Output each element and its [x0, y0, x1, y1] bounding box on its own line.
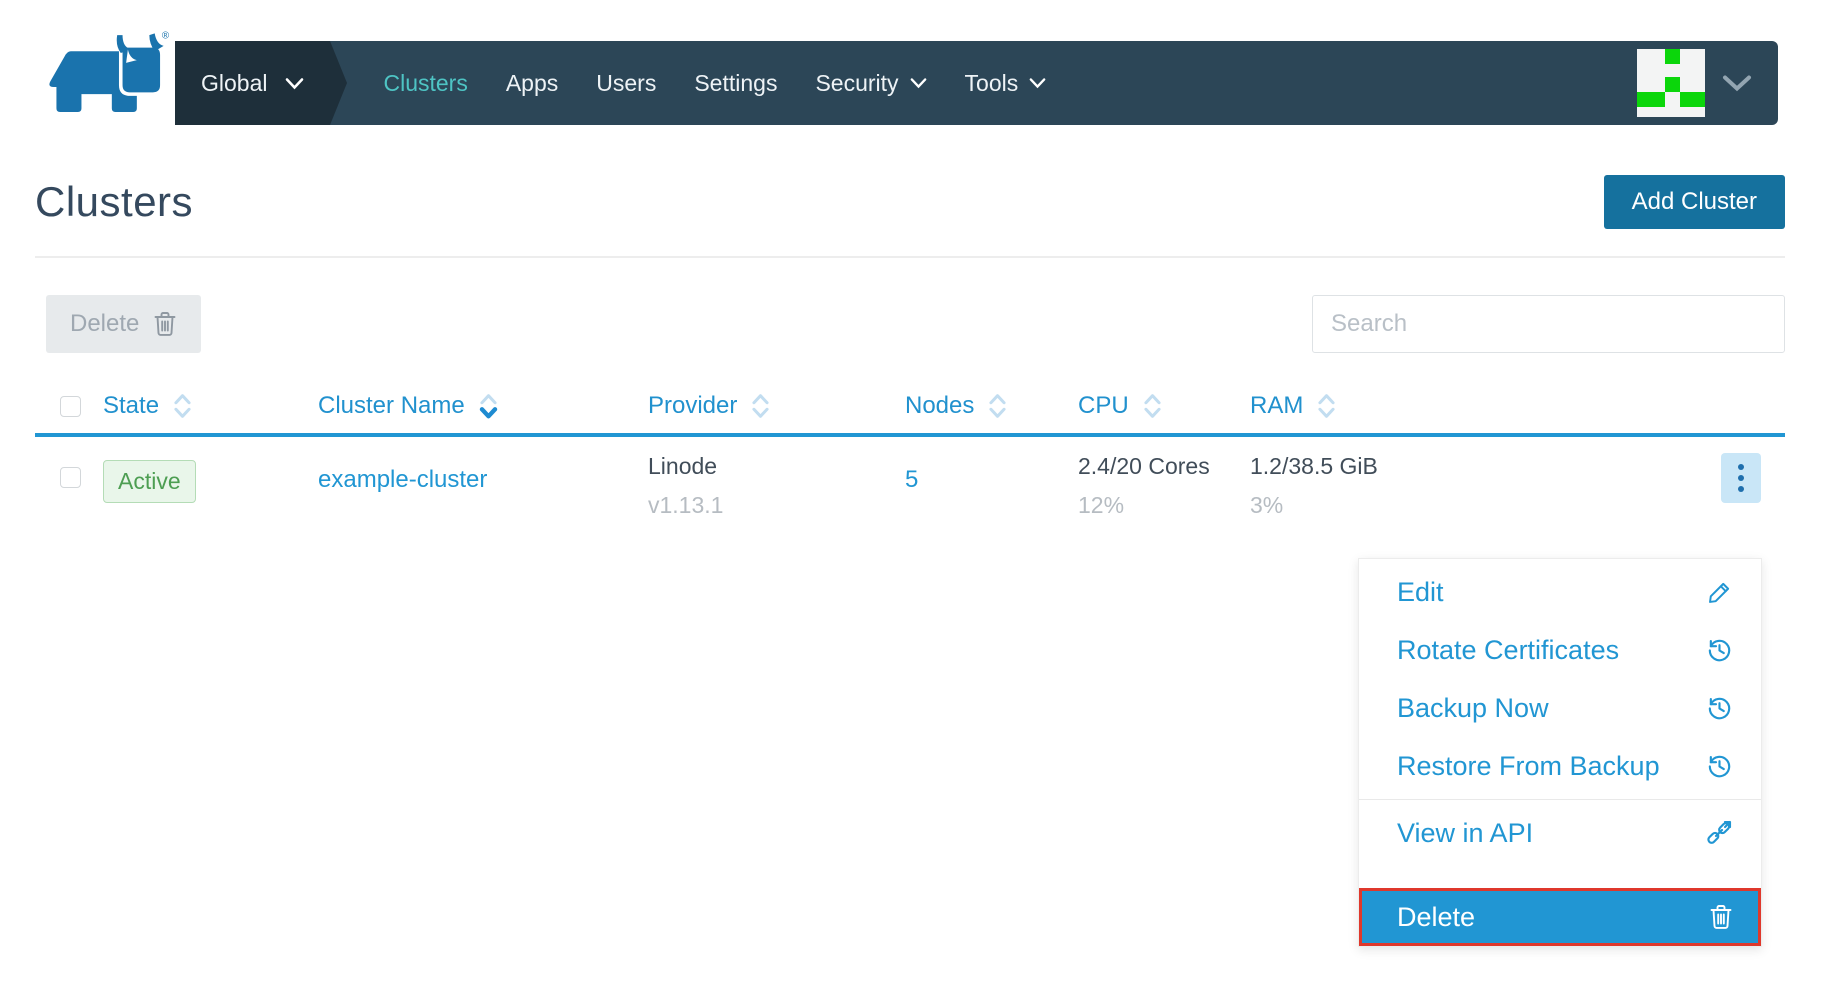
avatar-pixel: [1680, 92, 1705, 107]
rancher-logo[interactable]: ®: [35, 26, 175, 119]
provider-name: Linode: [648, 453, 905, 480]
top-bar: ® Global Clusters Apps Users Settings Se…: [0, 0, 1822, 125]
row-actions-kebab-button[interactable]: [1721, 453, 1761, 503]
main-content: Clusters Add Cluster Delete State: [0, 175, 1822, 519]
divider: [35, 256, 1785, 258]
status-badge: Active: [103, 460, 196, 503]
nav-item-apps[interactable]: Apps: [487, 41, 577, 125]
cpu-percent: 12%: [1078, 492, 1250, 519]
trash-icon: [153, 311, 177, 337]
table-header-row: State Cluster Name Provider Nodes CPU RA: [35, 391, 1785, 437]
page-title: Clusters: [35, 178, 193, 226]
row-actions-menu: Edit Rotate Certificates Backup Now Rest…: [1358, 558, 1762, 947]
avatar-pixel: [1665, 77, 1680, 92]
menu-item-backup-now[interactable]: Backup Now: [1359, 679, 1761, 737]
cluster-name-link[interactable]: example-cluster: [318, 466, 487, 493]
column-header-provider[interactable]: Provider: [648, 391, 905, 421]
add-cluster-button[interactable]: Add Cluster: [1604, 175, 1785, 229]
trash-icon: [1709, 904, 1733, 930]
global-menu-label: Global: [201, 70, 267, 97]
ram-usage: 1.2/38.5 GiB: [1250, 453, 1485, 480]
kebab-dot: [1738, 486, 1744, 492]
row-checkbox[interactable]: [60, 467, 81, 488]
nav-spacer: [1065, 41, 1637, 125]
sort-icon: [172, 391, 193, 421]
provider-cell: Linode v1.13.1: [648, 453, 905, 519]
chevron-down-icon: [1722, 74, 1752, 93]
sort-icon-active: [478, 391, 499, 421]
nav-item-security[interactable]: Security: [796, 41, 945, 125]
nav-item-users[interactable]: Users: [577, 41, 675, 125]
sort-icon: [750, 391, 771, 421]
avatar-pixel: [1665, 49, 1680, 64]
menu-divider: [1359, 799, 1761, 800]
kebab-dot: [1738, 464, 1744, 470]
chevron-down-icon: [1029, 77, 1046, 89]
column-header-ram[interactable]: RAM: [1250, 391, 1485, 421]
nav-item-tools[interactable]: Tools: [946, 41, 1066, 125]
cpu-cell: 2.4/20 Cores 12%: [1078, 453, 1250, 519]
rancher-bull-icon: ®: [35, 26, 169, 114]
svg-text:®: ®: [162, 31, 169, 42]
nav-item-settings[interactable]: Settings: [675, 41, 796, 125]
cpu-usage: 2.4/20 Cores: [1078, 453, 1250, 480]
menu-item-rotate-certificates[interactable]: Rotate Certificates: [1359, 621, 1761, 679]
global-menu-button[interactable]: Global: [175, 41, 330, 125]
nav-item-clusters[interactable]: Clusters: [364, 41, 486, 125]
column-header-nodes[interactable]: Nodes: [905, 391, 1078, 421]
menu-item-delete[interactable]: Delete: [1359, 888, 1761, 946]
select-all-checkbox[interactable]: [60, 396, 81, 417]
user-menu[interactable]: [1637, 41, 1778, 125]
history-icon: [1706, 695, 1733, 722]
chevron-down-icon: [910, 77, 927, 89]
menu-item-edit[interactable]: Edit: [1359, 563, 1761, 621]
nodes-count-link[interactable]: 5: [905, 466, 918, 493]
menu-item-view-in-api[interactable]: View in API: [1359, 804, 1761, 862]
ram-cell: 1.2/38.5 GiB 3%: [1250, 453, 1485, 519]
column-header-cluster-name[interactable]: Cluster Name: [318, 391, 648, 421]
pencil-icon: [1707, 579, 1733, 605]
sort-icon: [987, 391, 1008, 421]
avatar-pixel: [1637, 92, 1665, 107]
column-header-cpu[interactable]: CPU: [1078, 391, 1250, 421]
rancher-app: ® Global Clusters Apps Users Settings Se…: [0, 0, 1822, 982]
avatar: [1637, 49, 1705, 117]
kebab-dot: [1738, 475, 1744, 481]
sort-icon: [1316, 391, 1337, 421]
sort-icon: [1142, 391, 1163, 421]
history-icon: [1706, 753, 1733, 780]
main-nav: Global Clusters Apps Users Settings Secu…: [175, 41, 1778, 125]
column-header-state[interactable]: State: [103, 391, 318, 421]
ram-percent: 3%: [1250, 492, 1485, 519]
bulk-delete-button[interactable]: Delete: [46, 295, 201, 353]
menu-item-restore-from-backup[interactable]: Restore From Backup: [1359, 737, 1761, 795]
search-input[interactable]: [1312, 295, 1785, 353]
chevron-down-icon: [285, 77, 304, 90]
provider-version: v1.13.1: [648, 492, 905, 519]
table-row: Active example-cluster Linode v1.13.1 5 …: [35, 437, 1785, 519]
external-link-icon: [1705, 819, 1733, 847]
history-icon: [1706, 637, 1733, 664]
